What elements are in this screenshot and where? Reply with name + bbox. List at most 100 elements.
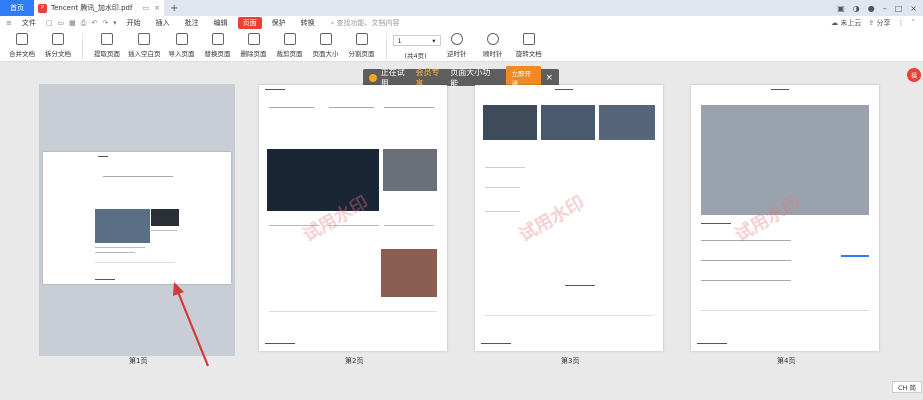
page-number-value: 1	[397, 36, 402, 45]
layout-icon[interactable]: ▣	[837, 4, 845, 13]
menu-comment[interactable]: 批注	[180, 17, 204, 29]
page-label-3: 第3页	[561, 357, 580, 365]
split-page-icon	[355, 33, 368, 45]
vip-icon	[369, 73, 377, 82]
page-size-button[interactable]: 页面大小	[311, 30, 341, 58]
split-page-button[interactable]: 分割页面	[347, 30, 377, 58]
delete-icon	[247, 33, 260, 45]
close-window-icon[interactable]: ×	[910, 4, 917, 13]
toolbar: 合并文档 拆分文档 提取页面 插入空白页 导入页面 替换页面 删除页面 裁剪页面…	[0, 30, 923, 62]
input-method-indicator[interactable]: CH 简	[892, 381, 922, 393]
crop-icon	[283, 33, 296, 45]
menu-file[interactable]: 文件	[17, 17, 41, 29]
split-label: 拆分文档	[45, 50, 71, 58]
open-file-icon[interactable]: ▭	[58, 19, 65, 27]
page-size-label: 页面大小	[312, 50, 339, 58]
menu-start[interactable]: 开始	[122, 17, 146, 29]
search-icon: ⌕	[330, 18, 335, 27]
menu-convert[interactable]: 转换	[296, 17, 320, 29]
page-thumbnail-4[interactable]: 试用水印	[691, 85, 879, 351]
page-label-4: 第4页	[777, 357, 796, 365]
user-icon[interactable]: ●	[868, 4, 875, 13]
rotate-doc-label: 旋转文档	[515, 50, 542, 58]
watermark-text: 试用水印	[515, 192, 589, 247]
close-icon[interactable]: ×	[545, 73, 553, 83]
rotate-right-button[interactable]: 顺时针	[478, 30, 508, 58]
page-label-2: 第2页	[345, 357, 364, 365]
home-tab[interactable]: 首页	[0, 0, 34, 16]
split-icon	[52, 33, 64, 45]
merge-button[interactable]: 合并文档	[7, 30, 37, 58]
document-tab-label: Tencent 腾讯_加水印.pdf	[51, 4, 133, 12]
merge-label: 合并文档	[9, 50, 35, 58]
merge-icon	[16, 33, 28, 45]
insert-blank-button[interactable]: 插入空白页	[128, 30, 161, 58]
chevron-down-icon[interactable]: ▾	[113, 19, 117, 27]
import-button[interactable]: 导入页面	[167, 30, 197, 58]
menu-protect[interactable]: 保护	[267, 17, 291, 29]
title-bar: 首页 P Tencent 腾讯_加水印.pdf ▭ × + ▣ ◑ ● – □ ×	[0, 0, 923, 16]
divider	[82, 33, 83, 59]
rotate-doc-icon	[522, 33, 535, 45]
share-button[interactable]: ⇪ 分享	[868, 18, 890, 28]
share-label: 分享	[876, 19, 891, 27]
minimize-icon[interactable]: –	[883, 4, 887, 13]
collapse-icon[interactable]: ˆ	[912, 19, 916, 27]
insert-blank-label: 插入空白页	[128, 50, 161, 58]
undo-icon[interactable]: ↶	[91, 19, 97, 27]
search-placeholder: 查找功能、文档内容	[336, 19, 400, 27]
menu-bar: ≡ 文件 ▢ ▭ ▦ ⎙ ↶ ↷ ▾ 开始 插入 批注 编辑 页面 保护 转换 …	[0, 16, 923, 30]
rotate-right-icon	[486, 33, 499, 45]
rotate-right-label: 顺时针	[482, 50, 503, 58]
split-page-label: 分割页面	[348, 50, 375, 58]
page-thumbnail-1[interactable]	[43, 152, 231, 284]
delete-label: 删除页面	[240, 50, 267, 58]
chevron-down-icon: ▾	[432, 36, 436, 45]
print-icon[interactable]: ⎙	[81, 19, 87, 28]
cloud-status[interactable]: ☁ 未上云	[831, 18, 861, 28]
page-number-select[interactable]: 1 ▾	[392, 35, 441, 46]
side-badge-icon[interactable]: 福	[907, 68, 921, 82]
replace-label: 替换页面	[204, 50, 231, 58]
trial-banner: 正在试用 会员专享 页面大小功能 立即开通 ×	[363, 65, 559, 90]
split-doc-button[interactable]: 拆分文档	[43, 30, 73, 58]
import-icon	[175, 33, 188, 45]
page-total: (共4页)	[404, 52, 427, 60]
pdf-icon: P	[38, 3, 47, 13]
menu-insert[interactable]: 插入	[151, 17, 175, 29]
rotate-left-label: 逆时针	[446, 50, 467, 58]
import-label: 导入页面	[168, 50, 195, 58]
annotation-arrow	[173, 282, 210, 367]
add-tab-icon[interactable]: +	[170, 3, 178, 14]
page-thumbnail-3[interactable]: 试用水印	[475, 85, 663, 351]
new-file-icon[interactable]: ▢	[46, 19, 53, 27]
tab-close-icon[interactable]: ×	[154, 4, 160, 12]
crop-button[interactable]: 裁剪页面	[275, 30, 305, 58]
tab-window-icon[interactable]: ▭	[143, 4, 150, 12]
rotate-left-icon	[450, 33, 463, 45]
divider	[385, 33, 387, 59]
insert-page-icon	[138, 33, 151, 45]
menu-page[interactable]: 页面	[237, 17, 262, 29]
hamburger-icon[interactable]: ≡	[6, 19, 12, 27]
skin-icon[interactable]: ◑	[853, 4, 860, 13]
save-icon[interactable]: ▦	[69, 19, 76, 27]
more-icon[interactable]: ⋮	[898, 19, 905, 27]
extract-button[interactable]: 提取页面	[92, 30, 122, 58]
page-thumbnail-2[interactable]: 试用水印	[259, 85, 447, 351]
redo-icon[interactable]: ↷	[102, 19, 108, 27]
search-input[interactable]: ⌕ 查找功能、文档内容	[331, 18, 400, 28]
maximize-icon[interactable]: □	[895, 4, 903, 13]
extract-icon	[101, 33, 113, 45]
cloud-label: 未上云	[840, 19, 862, 27]
extract-label: 提取页面	[94, 50, 120, 58]
replace-icon	[211, 33, 224, 45]
menu-edit[interactable]: 编辑	[209, 17, 233, 29]
rotate-doc-button[interactable]: 旋转文档	[514, 30, 544, 58]
document-tab[interactable]: P Tencent 腾讯_加水印.pdf ▭ ×	[34, 0, 164, 16]
page-size-icon	[319, 33, 332, 45]
delete-button[interactable]: 删除页面	[239, 30, 269, 58]
rotate-left-button[interactable]: 逆时针	[442, 30, 472, 58]
replace-button[interactable]: 替换页面	[203, 30, 233, 58]
crop-label: 裁剪页面	[276, 50, 303, 58]
